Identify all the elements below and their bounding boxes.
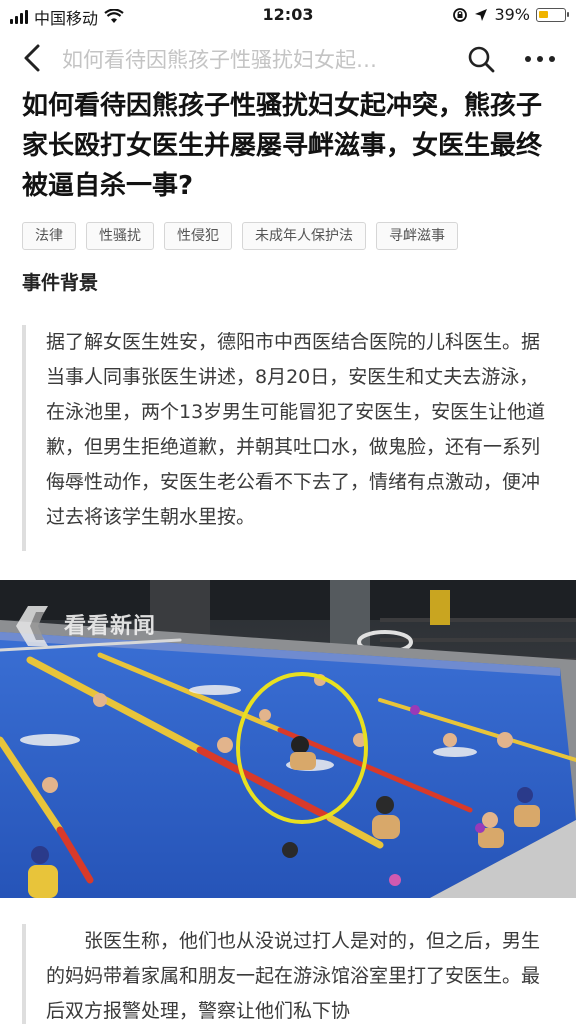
topic-tag[interactable]: 未成年人保护法 [242,222,366,250]
topic-tag[interactable]: 性骚扰 [86,222,154,250]
nav-title[interactable]: 如何看待因熊孩子性骚扰妇女起… [62,44,442,74]
back-arrow-icon[interactable] [18,42,48,74]
topic-tag[interactable]: 寻衅滋事 [376,222,458,250]
section-heading: 事件背景 [22,272,99,294]
battery-percent: 39% [494,5,530,24]
quote-text: 据了解女医生姓安，德阳市中西医结合医院的儿科医生。据当事人同事张医生讲述，8月2… [46,331,546,528]
status-bar: 中国移动 12:03 39% [0,0,576,30]
topic-tags: 法律 性骚扰 性侵犯 未成年人保护法 寻衅滋事 [22,222,458,250]
battery-icon [536,7,569,22]
news-photo[interactable]: 看看新闻 [0,580,576,898]
status-right: 39% [452,5,569,24]
nav-bar: 如何看待因熊孩子性骚扰妇女起… [0,34,576,82]
blockquote: 据了解女医生姓安，德阳市中西医结合医院的儿科医生。据当事人同事张医生讲述，8月2… [22,325,556,551]
photo-watermark: 看看新闻 [64,614,157,639]
more-icon[interactable] [522,44,558,74]
blockquote: 张医生称，他们也从没说过打人是对的，但之后，男生的妈妈带着家属和朋友一起在游泳馆… [22,924,556,1024]
topic-tag[interactable]: 法律 [22,222,76,250]
rotation-lock-icon [453,7,468,22]
topic-tag[interactable]: 性侵犯 [164,222,232,250]
search-icon[interactable] [466,44,496,74]
location-arrow-icon [475,8,488,21]
quote-text: 张医生称，他们也从没说过打人是对的，但之后，男生的妈妈带着家属和朋友一起在游泳馆… [46,930,541,1022]
question-title[interactable]: 如何看待因熊孩子性骚扰妇女起冲突，熊孩子家长殴打女医生并屡屡寻衅滋事，女医生最终… [22,86,552,206]
